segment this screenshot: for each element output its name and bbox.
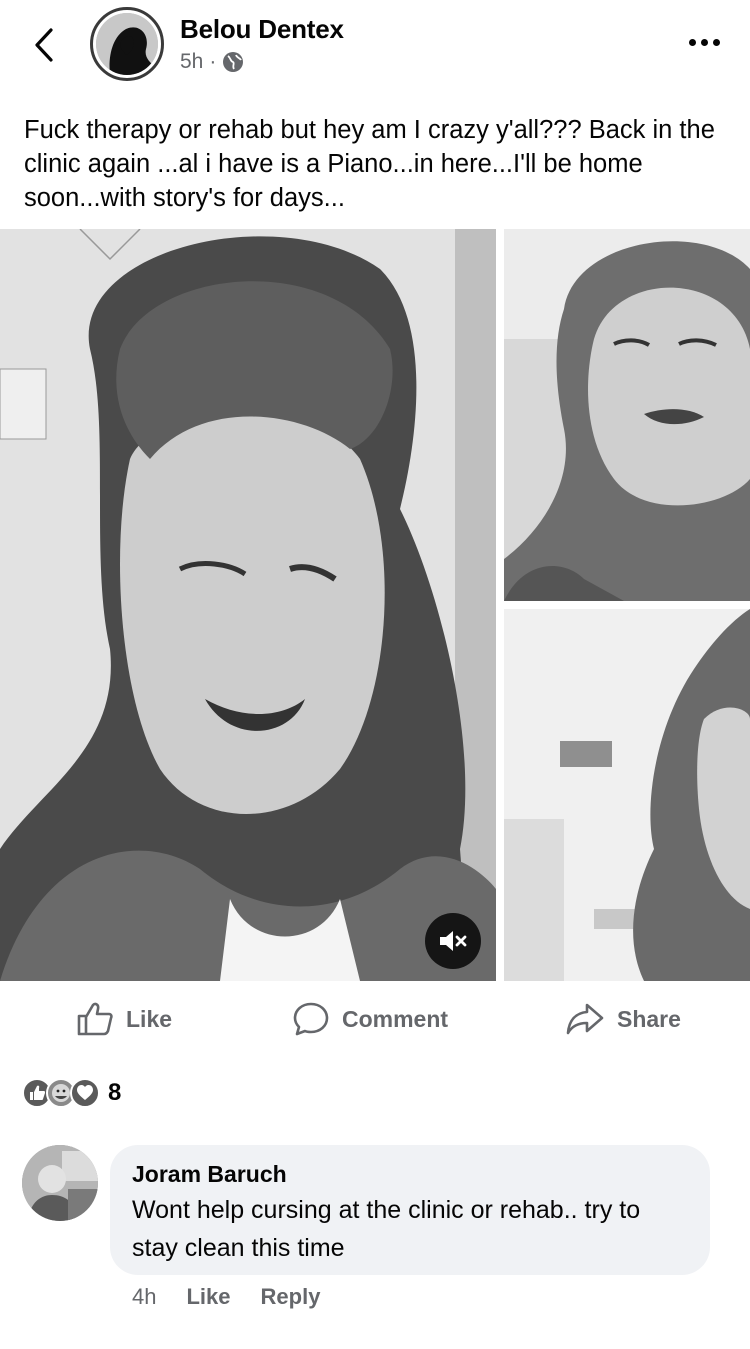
reactions-summary[interactable]: 8 bbox=[22, 1076, 121, 1110]
thumbs-up-icon bbox=[77, 1002, 113, 1036]
share-arrow-icon bbox=[566, 1003, 604, 1035]
comment-time[interactable]: 4h bbox=[132, 1284, 156, 1310]
chevron-left-icon bbox=[35, 28, 53, 62]
more-options-button[interactable] bbox=[684, 30, 724, 54]
post-time[interactable]: 5h bbox=[180, 50, 203, 74]
mute-button[interactable] bbox=[425, 913, 481, 969]
post-text: Fuck therapy or rehab but hey am I crazy… bbox=[24, 116, 715, 212]
like-label: Like bbox=[126, 1005, 173, 1032]
more-horizontal-icon bbox=[688, 38, 696, 46]
love-reaction-icon bbox=[70, 1078, 100, 1108]
meta-separator: · bbox=[209, 50, 217, 73]
comment-like-button[interactable]: Like bbox=[186, 1284, 230, 1310]
reaction-count: 8 bbox=[108, 1079, 122, 1106]
comment-button[interactable]: Comment bbox=[292, 990, 448, 1048]
post-media-grid bbox=[0, 229, 750, 981]
post-actions-bar: Like Comment Share bbox=[0, 990, 750, 1048]
post-header: Belou Dentex 5h · bbox=[0, 0, 750, 100]
commenter-name[interactable]: Joram Baruch bbox=[132, 1159, 688, 1189]
like-button[interactable]: Like bbox=[76, 990, 172, 1048]
comment-reply-button[interactable]: Reply bbox=[261, 1284, 321, 1310]
comment-text: Wont help cursing at the clinic or rehab… bbox=[132, 1196, 641, 1262]
globe-icon bbox=[223, 52, 244, 72]
comment-bubble: Joram Baruch Wont help cursing at the cl… bbox=[110, 1145, 710, 1275]
main-video[interactable] bbox=[0, 229, 496, 981]
photo-top-right[interactable] bbox=[504, 229, 750, 601]
share-label: Share bbox=[617, 1005, 681, 1032]
comment-bubble-icon bbox=[293, 1002, 329, 1036]
post-meta: 5h · bbox=[180, 50, 244, 74]
author-avatar-image bbox=[96, 13, 158, 75]
share-button[interactable]: Share bbox=[565, 990, 681, 1048]
comment-meta: 4h Like Reply bbox=[132, 1284, 320, 1310]
author-avatar[interactable] bbox=[90, 7, 164, 81]
author-name[interactable]: Belou Dentex bbox=[180, 14, 344, 45]
back-button[interactable] bbox=[24, 22, 64, 68]
commenter-avatar[interactable] bbox=[22, 1145, 98, 1221]
photo-bottom-right[interactable] bbox=[504, 609, 750, 981]
comment-label: Comment bbox=[342, 1005, 449, 1032]
volume-muted-icon bbox=[440, 931, 467, 951]
